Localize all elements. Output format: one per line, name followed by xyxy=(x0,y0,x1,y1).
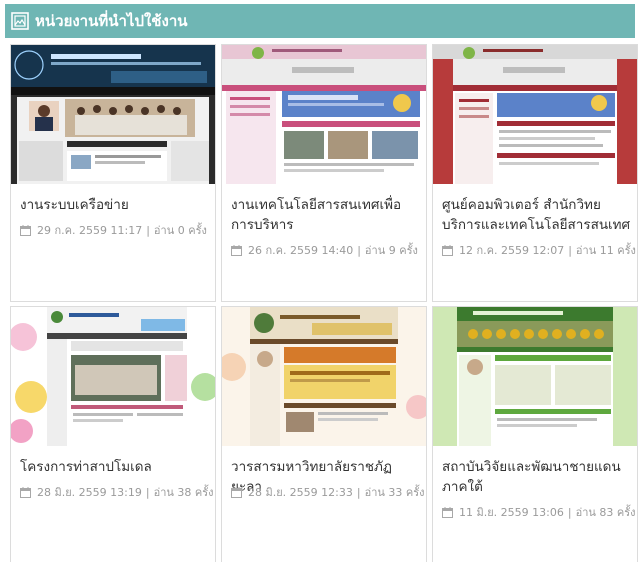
card-meta: 26 ก.ค. 2559 14:40 | อ่าน 9 ครั้ง xyxy=(231,241,426,259)
card-date: 26 ก.ค. 2559 14:40 xyxy=(248,244,354,257)
calendar-icon xyxy=(442,244,453,256)
card-date: 28 มิ.ย. 2559 12:33 xyxy=(248,486,353,499)
card-tasap-model[interactable]: โครงการท่าสาปโมเดล 28 มิ.ย. 2559 13:19 |… xyxy=(10,306,216,562)
card-thumbnail[interactable] xyxy=(222,307,426,446)
meta-separator: | xyxy=(568,243,572,257)
card-date: 28 มิ.ย. 2559 13:19 xyxy=(37,486,142,499)
card-meta: 11 มิ.ย. 2559 13:06 | อ่าน 83 ครั้ง xyxy=(442,503,637,521)
section-header: หน่วยงานที่นำไปใช้งาน xyxy=(5,4,635,38)
card-it-management[interactable]: งานเทคโนโลยีสารสนเทศเพื่อการบริหาร 26 ก.… xyxy=(221,44,427,302)
meta-separator: | xyxy=(357,243,361,257)
card-title[interactable]: สถาบันวิจัยและพัฒนาชายแดนภาคใต้ xyxy=(442,457,632,497)
calendar-icon xyxy=(20,486,31,498)
card-thumbnail[interactable] xyxy=(433,307,637,446)
card-title[interactable]: งานเทคโนโลยีสารสนเทศเพื่อการบริหาร xyxy=(231,195,421,235)
card-thumbnail[interactable] xyxy=(11,307,215,446)
meta-separator: | xyxy=(146,223,150,237)
card-computer-center[interactable]: ศูนย์คอมพิวเตอร์ สำนักวิทยบริการและเทคโน… xyxy=(432,44,638,302)
framed-picture-icon xyxy=(11,12,29,30)
meta-separator: | xyxy=(145,485,150,499)
card-thumbnail[interactable] xyxy=(433,45,637,184)
meta-separator: | xyxy=(356,485,361,499)
card-views: อ่าน 38 ครั้ง xyxy=(153,486,214,499)
card-date: 12 ก.ค. 2559 12:07 xyxy=(459,244,565,257)
card-meta: 12 ก.ค. 2559 12:07 | อ่าน 11 ครั้ง xyxy=(442,241,637,259)
card-southern-border-institute[interactable]: สถาบันวิจัยและพัฒนาชายแดนภาคใต้ 11 มิ.ย.… xyxy=(432,306,638,562)
calendar-icon xyxy=(442,506,453,518)
card-title[interactable]: ศูนย์คอมพิวเตอร์ สำนักวิทยบริการและเทคโน… xyxy=(442,195,632,235)
card-thumbnail[interactable] xyxy=(222,45,426,184)
calendar-icon xyxy=(231,244,242,256)
card-yru-journal[interactable]: วารสารมหาวิทยาลัยราชภัฏยะลา 28 มิ.ย. 255… xyxy=(221,306,427,562)
calendar-icon xyxy=(231,486,242,498)
card-title[interactable]: โครงการท่าสาปโมเดล xyxy=(20,457,210,477)
card-views: อ่าน 0 ครั้ง xyxy=(153,224,207,237)
card-meta: 29 ก.ค. 2559 11:17 | อ่าน 0 ครั้ง xyxy=(20,221,215,239)
card-views: อ่าน 9 ครั้ง xyxy=(364,244,418,257)
card-meta: 28 มิ.ย. 2559 12:33 | อ่าน 33 ครั้ง xyxy=(231,483,426,501)
section-title: หน่วยงานที่นำไปใช้งาน xyxy=(35,12,188,30)
card-views: อ่าน 83 ครั้ง xyxy=(575,506,636,519)
card-thumbnail[interactable] xyxy=(11,45,215,184)
card-network-systems[interactable]: งานระบบเครือข่าย 29 ก.ค. 2559 11:17 | อ่… xyxy=(10,44,216,302)
card-meta: 28 มิ.ย. 2559 13:19 | อ่าน 38 ครั้ง xyxy=(20,483,215,501)
meta-separator: | xyxy=(567,505,572,519)
card-views: อ่าน 33 ครั้ง xyxy=(364,486,425,499)
card-date: 29 ก.ค. 2559 11:17 xyxy=(37,224,143,237)
card-views: อ่าน 11 ครั้ง xyxy=(575,244,636,257)
card-title[interactable]: งานระบบเครือข่าย xyxy=(20,195,210,215)
card-date: 11 มิ.ย. 2559 13:06 xyxy=(459,506,564,519)
calendar-icon xyxy=(20,224,31,236)
